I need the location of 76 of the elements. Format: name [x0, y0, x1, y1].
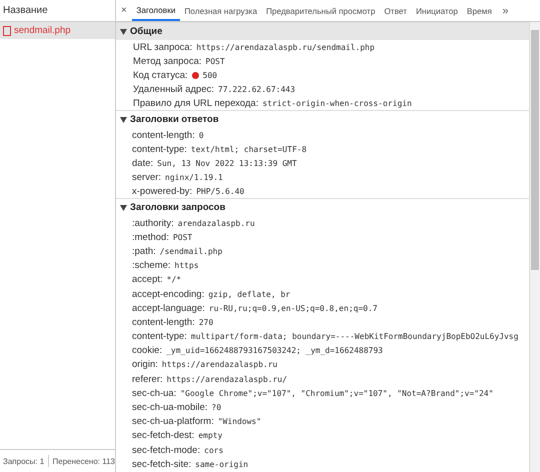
scrollbar-thumb[interactable]	[531, 30, 539, 270]
header-name: x-powered-by:	[132, 186, 192, 196]
more-tabs-button[interactable]: »	[496, 0, 514, 21]
header-value: POST	[172, 232, 192, 242]
header-value: "Windows"	[218, 417, 262, 426]
header-name: sec-fetch-dest:	[132, 430, 194, 442]
header-value: "Google Chrome";v="107", "Chromium";v="107", "Not=A?Brand";v="24"	[180, 388, 494, 398]
header-name: cookie:	[132, 345, 162, 356]
requests-count: Запросы: 1	[3, 456, 44, 466]
header-name: Правило для URL перехода:	[133, 98, 258, 108]
header-value: ?0	[212, 403, 222, 412]
header-name: origin:	[132, 359, 158, 370]
header-value: 0	[198, 130, 204, 140]
header-value: same-origin	[195, 460, 248, 469]
header-value: 500	[202, 70, 218, 80]
expand-triangle-icon[interactable]	[120, 204, 127, 210]
header-value: multipart/form-data; boundary=----WebKitFormBoundaryjBopEbO2uL6yJvsg	[190, 332, 518, 342]
section-header[interactable]: Заголовки запросов	[116, 198, 529, 216]
request-item[interactable]: sendmail.php	[0, 22, 115, 39]
header-name: accept-encoding:	[132, 288, 204, 300]
header-value: cors	[204, 446, 224, 455]
column-header[interactable]: Название	[3, 5, 48, 16]
header-name: content-type:	[132, 144, 187, 154]
document-icon	[3, 26, 11, 36]
header-value: /sendmail.php	[160, 246, 222, 256]
header-name: content-length:	[132, 316, 195, 328]
header-value: _ym_uid=1662488793167503242; _ym_d=1662488793	[166, 346, 383, 356]
tab[interactable]: Ответ	[380, 0, 412, 21]
header-value: https://arendazalaspb.ru/sendmail.php	[196, 42, 375, 52]
close-button[interactable]: ×	[116, 0, 132, 21]
tab[interactable]: Инициатор	[411, 0, 462, 21]
header-name: accept:	[132, 274, 163, 286]
header-value: POST	[206, 56, 225, 66]
header-name: content-length:	[132, 130, 195, 140]
header-value: strict-origin-when-cross-origin	[262, 98, 412, 108]
header-name: sec-ch-ua-platform:	[132, 416, 214, 428]
header-name: server:	[132, 172, 162, 182]
header-name: :scheme:	[132, 260, 171, 272]
tab[interactable]: Предварительный просмотр	[262, 0, 380, 21]
header-name: sec-fetch-site:	[132, 458, 192, 470]
header-value: nginx/1.19.1	[165, 172, 223, 182]
header-value: PHP/5.6.40	[196, 186, 244, 196]
header-value: Sun, 13 Nov 2022 13:13:39 GMT	[157, 158, 297, 168]
expand-triangle-icon[interactable]	[120, 28, 127, 34]
header-value: */*	[166, 275, 182, 284]
header-value: ru-RU,ru;q=0.9,en-US;q=0.8,en;q=0.7	[208, 304, 378, 313]
header-name: URL запроса:	[133, 42, 192, 52]
header-value: https://arendazalaspb.ru	[162, 360, 278, 370]
header-name: sec-ch-ua:	[132, 388, 176, 399]
header-value: https	[174, 261, 199, 270]
header-value: text/html; charset=UTF-8	[190, 144, 307, 154]
header-name: sec-fetch-mode:	[132, 444, 200, 456]
header-name: :authority:	[132, 218, 174, 229]
header-name: Код статуса:	[133, 70, 188, 80]
header-value: arendazalaspb.ru	[178, 218, 255, 228]
header-value: gzip, deflate, br	[208, 290, 290, 299]
section-header[interactable]: Заголовки ответов	[116, 110, 529, 128]
header-name: :path:	[132, 246, 156, 257]
tab[interactable]: Время	[462, 0, 496, 21]
header-name: Удаленный адрес:	[133, 84, 214, 94]
header-value: https://arendazalaspb.ru/	[166, 374, 288, 384]
header-name: date:	[132, 158, 154, 168]
expand-triangle-icon[interactable]	[120, 116, 127, 122]
header-value: empty	[198, 431, 222, 440]
header-name: :method:	[132, 232, 169, 243]
header-name: accept-language:	[132, 302, 205, 314]
header-name: content-type:	[132, 331, 187, 342]
header-value: 270	[198, 318, 214, 327]
transferred-size: Перенесено: 113	[52, 456, 115, 466]
header-name: referer:	[132, 374, 163, 385]
header-value: 77.222.62.67:443	[218, 84, 296, 94]
scrollbar[interactable]	[529, 22, 540, 472]
header-name: Метод запроса:	[133, 56, 202, 66]
header-name: sec-ch-ua-mobile:	[132, 402, 208, 414]
section-header[interactable]: Общие	[116, 22, 529, 40]
tab[interactable]: Полезная нагрузка	[180, 0, 262, 21]
